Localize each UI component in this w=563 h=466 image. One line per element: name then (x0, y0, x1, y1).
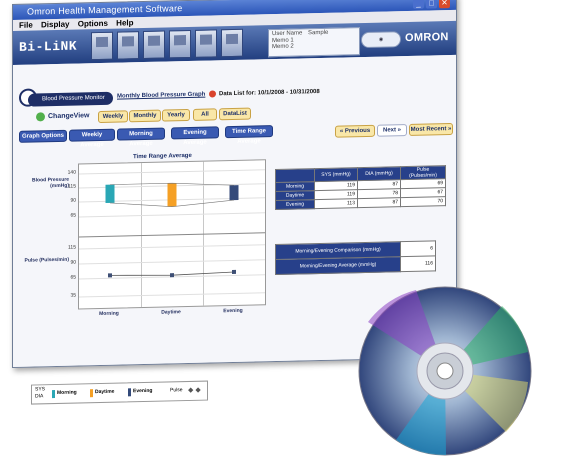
data-list-range: Data List for: 10/1/2008 - 10/31/2008 (219, 89, 320, 98)
menu-file[interactable]: File (19, 21, 33, 30)
y-tick-label: 90 (70, 259, 76, 266)
mode-toggle-button[interactable]: ◉ (361, 31, 401, 49)
legend-pulse: Pulse (170, 387, 183, 394)
y-tick-label: 140 (67, 169, 76, 176)
settings-icon (226, 33, 238, 45)
change-view-icon (36, 112, 45, 122)
stats-header: Pulse (Pulses/min) (400, 165, 446, 180)
chart-tab[interactable]: Monthly Blood Pressure Graph (117, 92, 205, 100)
close-button[interactable]: ✕ (439, 0, 450, 9)
cell: 87 (357, 197, 401, 208)
x-tick-label: Morning (99, 310, 119, 318)
y-tick-label: 90 (70, 197, 76, 205)
menu-options[interactable]: Options (78, 19, 108, 29)
brand-logo: OMRON (405, 31, 449, 45)
summary-table: Morning/Evening Comparison (mmHg) 6 Morn… (275, 240, 436, 275)
chart-legend: SYS DIA Morning Daytime Evening Pulse ◆ … (31, 380, 208, 405)
pulse-point (170, 273, 174, 278)
weekly-average-button[interactable]: Weekly Average (69, 128, 115, 148)
bp-range-bar (105, 184, 115, 204)
view-monthly-button[interactable]: Monthly (129, 109, 161, 123)
table-row: Morning/Evening Average (mmHg) 116 (275, 255, 436, 275)
menu-help[interactable]: Help (116, 18, 133, 27)
y-tick-label: 115 (68, 244, 76, 251)
stats-corner (275, 168, 315, 183)
toolbar-button-4[interactable] (169, 29, 191, 59)
previous-button[interactable]: « Previous (335, 124, 375, 138)
menu-display[interactable]: Display (41, 20, 69, 30)
graph-icon (174, 35, 186, 46)
toolbar-button-1[interactable] (91, 31, 113, 61)
y-tick-label: 35 (70, 292, 76, 299)
x-tick-label: Evening (223, 307, 243, 315)
x-labels: Morning Daytime Evening (78, 307, 264, 321)
user-name-value: Sample (308, 29, 329, 37)
user-info-box: User Name Sample Memo 1 Memo 2 (268, 27, 360, 58)
change-view-label: ChangeView (48, 112, 90, 121)
stats-table: SYS (mmHg) DIA (mmHg) Pulse (Pulses/min)… (275, 165, 446, 210)
view-all-button[interactable]: All (193, 108, 217, 121)
app-logo: Bi-LiNK (19, 38, 78, 55)
next-button[interactable]: Next » (377, 124, 407, 137)
view-datalist-button[interactable]: DataList (219, 107, 251, 121)
time-range-chart (78, 159, 266, 310)
morning-average-button[interactable]: Morning Average (117, 127, 165, 147)
summary-value: 116 (400, 255, 436, 272)
memo-line-2: Memo 2 (272, 43, 294, 51)
row-label: Evening (275, 199, 315, 210)
user-tab[interactable]: Blood Pressure Monitor (28, 91, 113, 107)
most-recent-button[interactable]: Most Recent » (409, 122, 453, 136)
alert-icon (209, 90, 216, 98)
chart-svg (105, 182, 239, 278)
document-icon (122, 36, 134, 47)
view-yearly-button[interactable]: Yearly (162, 108, 190, 122)
legend-dia: DIA (35, 393, 44, 400)
view-weekly-button[interactable]: Weekly (98, 110, 128, 124)
chart-title: Time Range Average (133, 152, 192, 161)
legend-evening: Evening (133, 387, 153, 395)
legend-daytime-swatch (90, 389, 93, 398)
cd-disc-image (358, 286, 532, 456)
legend-morning-swatch (52, 390, 55, 399)
maximize-button[interactable]: □ (426, 0, 437, 9)
chart-icon (148, 35, 160, 46)
graph-options-button[interactable]: Graph Options (19, 129, 67, 143)
evening-average-button[interactable]: Evening Average (171, 126, 219, 146)
pulse-point (232, 269, 236, 275)
toolbar-button-5[interactable] (195, 29, 217, 58)
pulse-point (108, 273, 112, 278)
pulse-axis-label: Pulse (Pulses/min) (24, 256, 69, 264)
x-tick-label: Daytime (161, 309, 181, 316)
time-range-average-button[interactable]: Time Range Average (225, 125, 273, 145)
bp-axis-label: Blood Pressure (mmHg) (32, 176, 69, 190)
cell: 113 (314, 198, 358, 209)
stats-header: DIA (mmHg) (357, 166, 401, 181)
legend-evening-swatch (128, 388, 131, 397)
print-icon (200, 34, 212, 45)
legend-pulse-marker: ◆ ◆ (188, 386, 201, 395)
disc-hole (436, 362, 454, 380)
summary-label: Morning/Evening Average (mmHg) (275, 256, 401, 275)
monitor-icon (96, 36, 108, 48)
bp-range-bar (229, 185, 239, 201)
legend-daytime: Daytime (95, 388, 115, 396)
minimize-button[interactable]: _ (413, 0, 424, 9)
legend-morning: Morning (57, 389, 77, 396)
stats-header: SYS (mmHg) (314, 167, 358, 182)
toolbar-button-6[interactable] (221, 28, 243, 58)
user-name-label: User Name (272, 30, 303, 38)
y-tick-label: 65 (70, 274, 76, 281)
toolbar-button-3[interactable] (143, 30, 165, 60)
toolbar-button-2[interactable] (117, 31, 139, 60)
summary-value: 6 (400, 240, 436, 257)
bp-range-bar (167, 183, 177, 207)
y-tick-label: 115 (68, 183, 76, 190)
cell: 70 (400, 196, 446, 207)
y-tick-label: 65 (70, 212, 76, 219)
